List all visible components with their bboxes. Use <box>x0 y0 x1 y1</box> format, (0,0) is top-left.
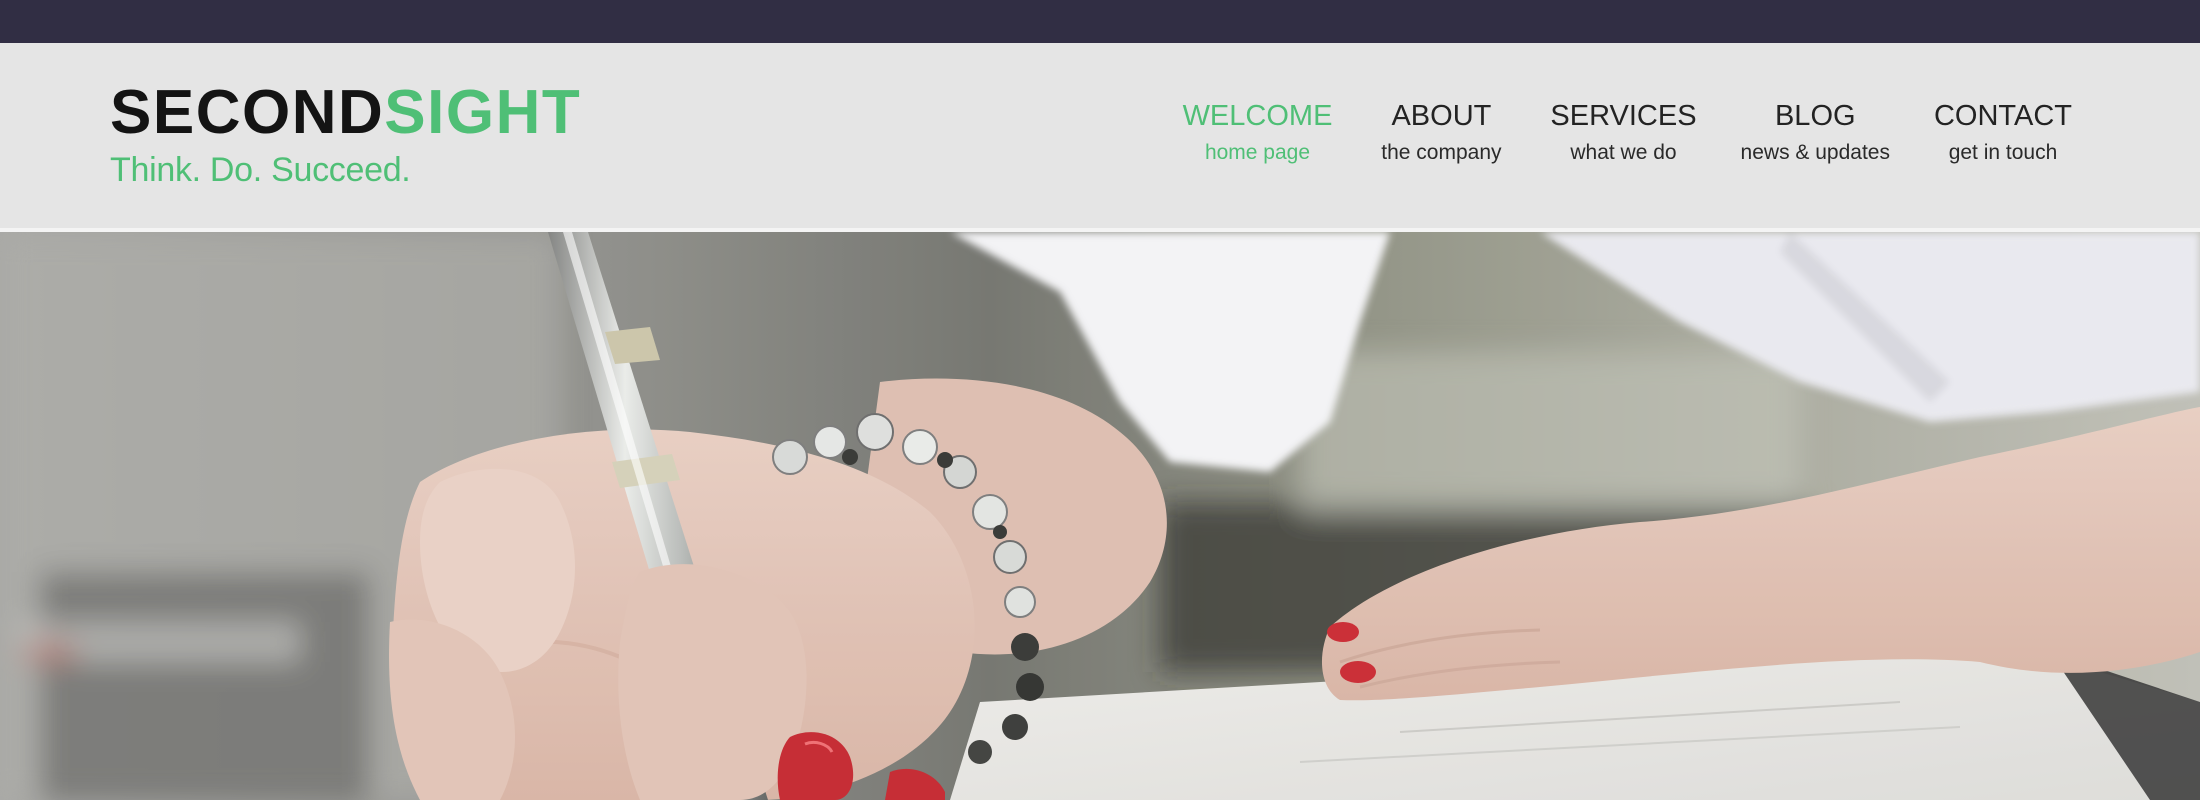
nav-title: WELCOME <box>1182 100 1333 132</box>
top-strip <box>0 0 2200 43</box>
nav-item-services[interactable]: SERVICES what we do <box>1542 98 1704 166</box>
nav-subtitle: the company <box>1381 141 1502 164</box>
main-nav: WELCOME home page ABOUT the company SERV… <box>1175 98 2080 166</box>
nav-item-contact[interactable]: CONTACT get in touch <box>1926 98 2080 166</box>
logo-text-sight: SIGHT <box>384 78 582 147</box>
page: SECONDSIGHT Think. Do. Succeed. WELCOME … <box>0 0 2200 800</box>
hero-illustration <box>0 232 2200 800</box>
nav-item-blog[interactable]: BLOG news & updates <box>1733 98 1898 166</box>
nav-subtitle: home page <box>1204 141 1311 164</box>
nav-subtitle: get in touch <box>1948 141 2058 164</box>
nav-title: SERVICES <box>1550 100 1697 132</box>
hero-photo <box>0 232 2200 800</box>
nav-item-welcome[interactable]: WELCOME home page <box>1175 98 1341 166</box>
logo-text-second: SECOND <box>110 78 385 147</box>
nav-title: BLOG <box>1774 100 1856 132</box>
nav-subtitle: what we do <box>1570 141 1677 164</box>
nav-subtitle: news & updates <box>1740 141 1890 164</box>
nav-item-about[interactable]: ABOUT the company <box>1368 98 1514 166</box>
nav-title: ABOUT <box>1391 100 1492 132</box>
site-logo[interactable]: SECONDSIGHT <box>110 78 581 148</box>
tagline: Think. Do. Succeed. <box>110 151 411 189</box>
nav-title: CONTACT <box>1933 100 2072 132</box>
